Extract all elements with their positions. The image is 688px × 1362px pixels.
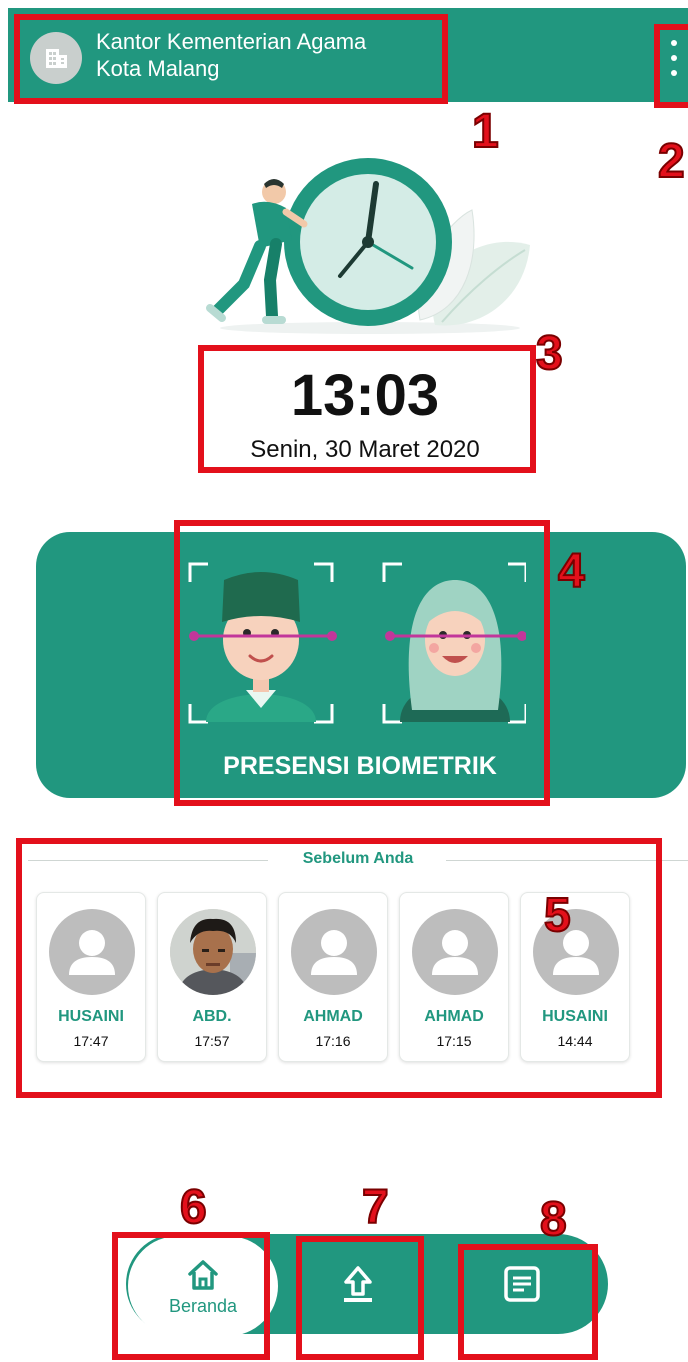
annotation-number-6: 6 [179,1181,208,1234]
annotation-number-5: 5 [543,889,572,942]
annotation-box-3 [198,345,536,473]
annotation-number-1: 1 [471,105,500,158]
annotation-number-4: 4 [557,545,586,598]
annotation-number-2: 2 [657,135,686,188]
annotation-number-3: 3 [535,327,564,380]
annotation-box-6 [112,1232,270,1360]
annotation-number-8: 8 [539,1193,568,1246]
clock-illustration [206,158,530,334]
annotation-box-5 [16,838,662,1098]
annotation-box-7 [296,1236,424,1360]
annotation-number-7: 7 [361,1181,390,1234]
annotation-box-2 [654,24,688,108]
annotation-box-4 [174,520,550,806]
annotation-box-8 [458,1244,598,1360]
annotation-box-1 [14,14,448,104]
